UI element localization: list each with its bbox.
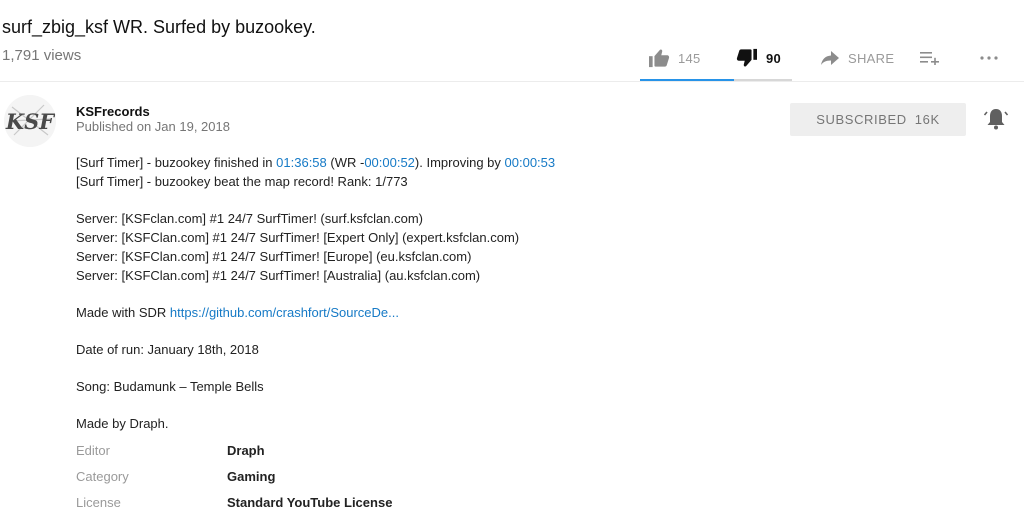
description-text: [Surf Timer] - buzookey finished in bbox=[76, 155, 277, 170]
subscriber-count: 16K bbox=[914, 112, 940, 127]
made-by-line: Made by Draph. bbox=[76, 416, 169, 431]
metadata-label: Category bbox=[76, 469, 129, 484]
metadata-label: License bbox=[76, 495, 121, 510]
publish-date: Published on Jan 19, 2018 bbox=[76, 119, 230, 134]
subscribed-button[interactable]: SUBSCRIBED 16K bbox=[790, 103, 966, 136]
description-line: [Surf Timer] - buzookey beat the map rec… bbox=[76, 174, 408, 189]
ksf-logo-icon: KSF bbox=[4, 95, 56, 147]
video-title: surf_zbig_ksf WR. Surfed by buzookey. bbox=[2, 17, 316, 37]
description-text: ). Improving by bbox=[414, 155, 505, 170]
video-description: [Surf Timer] - buzookey finished in 01:3… bbox=[76, 153, 976, 433]
share-button[interactable]: SHARE bbox=[820, 50, 920, 66]
bell-icon bbox=[983, 109, 1009, 130]
timestamp-link[interactable]: 00:00:52 bbox=[364, 155, 415, 170]
thumbs-up-icon bbox=[648, 48, 670, 68]
dislike-count: 90 bbox=[766, 50, 782, 66]
like-count: 145 bbox=[678, 50, 701, 66]
more-dots-icon bbox=[979, 55, 999, 61]
server-line: Server: [KSFClan.com] #1 24/7 SurfTimer!… bbox=[76, 230, 520, 245]
video-actions: 145 90 SHARE bbox=[648, 48, 1004, 68]
server-line: Server: [KSFClan.com] #1 24/7 SurfTimer!… bbox=[76, 268, 481, 283]
description-line: [Surf Timer] - buzookey finished in 01:3… bbox=[76, 153, 976, 172]
more-actions-button[interactable] bbox=[974, 55, 1004, 61]
timestamp-link[interactable]: 01:36:58 bbox=[276, 155, 327, 170]
description-line: Made with SDR https://github.com/crashfo… bbox=[76, 303, 976, 322]
add-to-playlist-icon bbox=[920, 51, 940, 65]
add-to-playlist-button[interactable] bbox=[920, 51, 974, 65]
metadata-value: Draph bbox=[227, 443, 265, 458]
date-of-run: Date of run: January 18th, 2018 bbox=[76, 342, 259, 357]
thumbs-down-icon bbox=[736, 48, 758, 68]
view-count: 1,791 views bbox=[2, 47, 82, 64]
metadata-value[interactable]: Gaming bbox=[227, 469, 275, 485]
like-button[interactable]: 145 bbox=[648, 48, 736, 68]
song-line: Song: Budamunk – Temple Bells bbox=[76, 379, 264, 394]
share-label: SHARE bbox=[848, 50, 895, 66]
description-text: (WR - bbox=[326, 155, 365, 170]
avatar-logo-text: KSF bbox=[5, 109, 56, 134]
channel-avatar[interactable]: KSF bbox=[4, 95, 56, 147]
timestamp-link[interactable]: 00:00:53 bbox=[505, 155, 556, 170]
divider bbox=[0, 81, 1024, 82]
description-text: Made with SDR bbox=[76, 305, 170, 320]
metadata-label: Editor bbox=[76, 443, 110, 458]
github-link[interactable]: https://github.com/crashfort/SourceDe... bbox=[170, 305, 399, 320]
metadata-value: Standard YouTube License bbox=[227, 495, 393, 510]
server-line: Server: [KSFclan.com] #1 24/7 SurfTimer!… bbox=[76, 211, 424, 226]
notification-bell-button[interactable] bbox=[983, 106, 1009, 132]
server-line: Server: [KSFClan.com] #1 24/7 SurfTimer!… bbox=[76, 249, 472, 264]
dislike-button[interactable]: 90 bbox=[736, 48, 820, 68]
channel-name[interactable]: KSFrecords bbox=[76, 104, 150, 119]
share-arrow-icon bbox=[820, 50, 840, 66]
subscribe-label: SUBSCRIBED bbox=[816, 112, 907, 127]
